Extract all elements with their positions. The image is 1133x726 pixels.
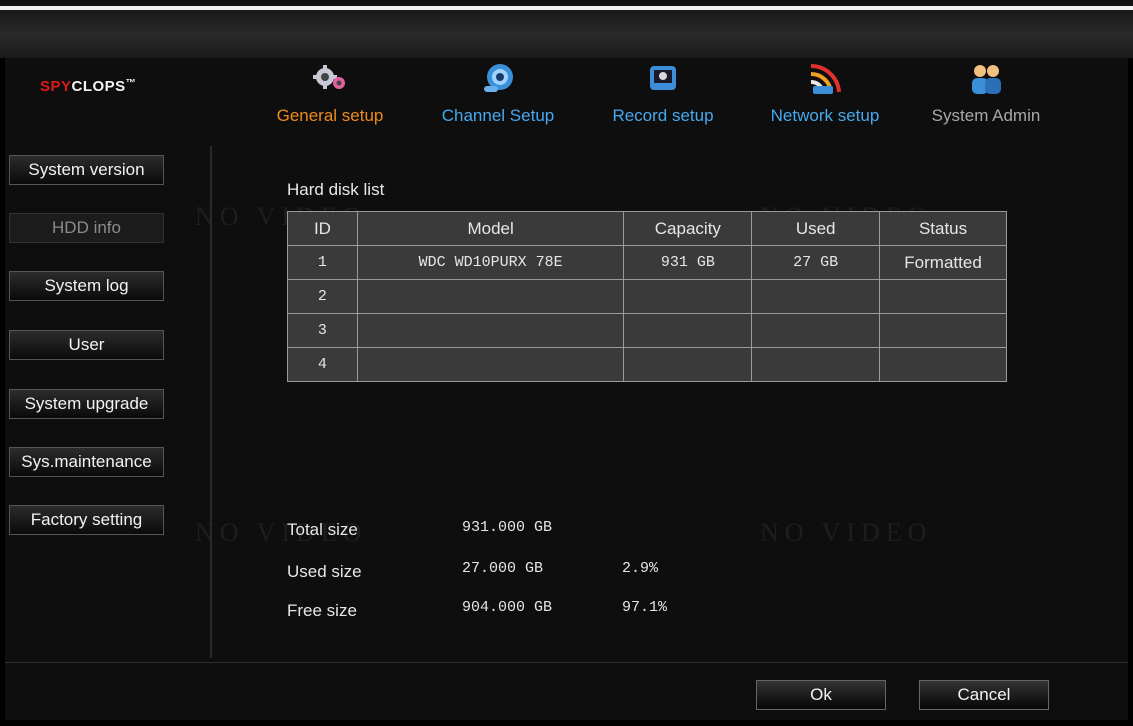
cell-capacity [623, 313, 753, 348]
column-header-used: Used [751, 211, 881, 246]
sidebar-item-sys-maintenance[interactable]: Sys.maintenance [9, 447, 164, 477]
free-size-value: 904.000 GB [462, 599, 553, 616]
sidebar-item-user[interactable]: User [9, 330, 164, 360]
tab-channel-setup[interactable]: Channel Setup [428, 62, 568, 132]
column-header-status: Status [879, 211, 1007, 246]
title-bar [0, 0, 1133, 58]
used-size-percent: 2.9% [622, 560, 659, 577]
sidebar-item-system-version[interactable]: System version [9, 155, 164, 185]
no-video-watermark: NO VIDEO [760, 518, 933, 547]
used-size-label: Used size [287, 562, 362, 581]
cell-id: 1 [287, 245, 358, 280]
free-size-percent: 97.1% [622, 599, 668, 616]
total-size-label: Total size [287, 520, 358, 539]
title-bar-edge [0, 6, 1133, 10]
cell-capacity: 931 GB [623, 245, 753, 280]
sidebar-item-factory-setting[interactable]: Factory setting [9, 505, 164, 535]
column-header-id: ID [287, 211, 358, 246]
record-icon [650, 66, 676, 90]
tab-record-setup[interactable]: Record setup [593, 62, 733, 132]
cell-used [751, 279, 881, 314]
column-header-model: Model [356, 211, 625, 246]
hard-disk-list-title: Hard disk list [287, 180, 385, 199]
sidebar-item-system-upgrade[interactable]: System upgrade [9, 389, 164, 419]
brand-logo: SPYCLOPS™ [40, 78, 136, 95]
tab-label: System Admin [931, 106, 1041, 125]
main-panel [5, 58, 1128, 720]
cell-model [356, 313, 625, 348]
cell-used [751, 347, 881, 382]
tab-general-setup[interactable]: General setup [260, 62, 400, 132]
cell-model: WDC WD10PURX 78E [356, 245, 625, 280]
top-tab-bar: General setup Channel Setup Record setup… [260, 62, 1080, 132]
logo-red-part: SPY [40, 78, 72, 95]
cell-model [356, 279, 625, 314]
column-header-capacity: Capacity [623, 211, 753, 246]
table-row[interactable]: 3 [287, 313, 1007, 348]
sidebar-divider [210, 146, 212, 658]
cell-model [356, 347, 625, 382]
cell-used: 27 GB [751, 245, 881, 280]
table-header-row: ID Model Capacity Used Status [287, 211, 1007, 246]
gears-icon [313, 65, 345, 89]
users-icon [972, 65, 1001, 94]
table-row[interactable]: 2 [287, 279, 1007, 314]
cell-id: 2 [287, 279, 358, 314]
logo-trademark: ™ [125, 78, 137, 89]
sidebar-item-system-log[interactable]: System log [9, 271, 164, 301]
tab-system-admin[interactable]: System Admin [916, 62, 1056, 132]
used-size-value: 27.000 GB [462, 560, 544, 577]
cell-status [879, 347, 1007, 382]
tab-label: General setup [276, 106, 384, 125]
cell-capacity [623, 347, 753, 382]
total-size-value: 931.000 GB [462, 519, 553, 536]
cell-capacity [623, 279, 753, 314]
tab-label: Network setup [770, 106, 880, 125]
camera-icon [484, 64, 513, 92]
table-row[interactable]: 1 WDC WD10PURX 78E 931 GB 27 GB Formatte… [287, 245, 1007, 280]
footer-divider [5, 662, 1128, 663]
sidebar-item-hdd-info[interactable]: HDD info [9, 213, 164, 243]
free-size-label: Free size [287, 601, 357, 620]
tab-label: Record setup [612, 106, 714, 125]
tab-network-setup[interactable]: Network setup [755, 62, 895, 132]
network-icon [810, 63, 841, 94]
ok-button[interactable]: Ok [756, 680, 886, 710]
cell-id: 3 [287, 313, 358, 348]
cell-status [879, 279, 1007, 314]
tab-label: Channel Setup [441, 106, 555, 125]
logo-white-part: CLOPS [71, 78, 126, 95]
cell-status: Formatted [879, 245, 1007, 280]
hard-disk-table: ID Model Capacity Used Status 1 WDC WD10… [287, 211, 1007, 382]
cancel-button[interactable]: Cancel [919, 680, 1049, 710]
cell-used [751, 313, 881, 348]
table-row[interactable]: 4 [287, 347, 1007, 382]
cell-id: 4 [287, 347, 358, 382]
cell-status [879, 313, 1007, 348]
